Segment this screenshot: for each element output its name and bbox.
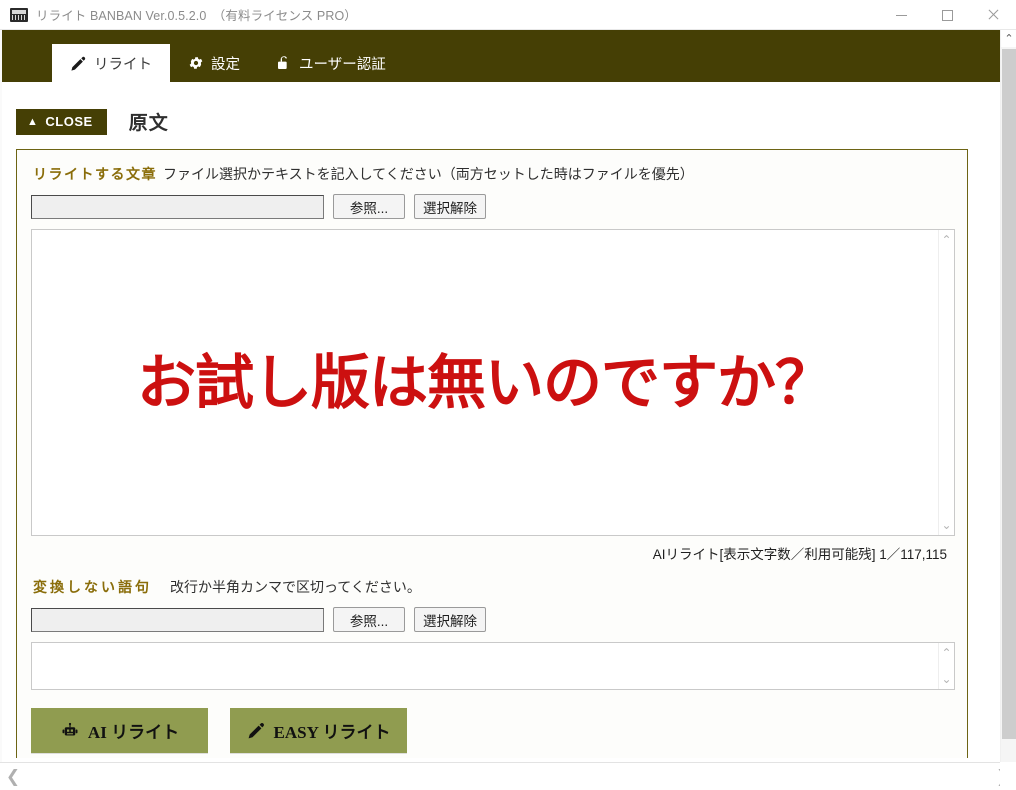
scroll-up-icon[interactable]: ⌃ xyxy=(941,647,951,659)
pen-icon xyxy=(247,721,266,740)
exclude-file-input[interactable] xyxy=(31,607,324,632)
exclude-textarea-scrollbar[interactable]: ⌃ ⌄ xyxy=(938,643,954,689)
source-file-input[interactable] xyxy=(31,194,324,219)
scroll-left-icon[interactable]: ❮ xyxy=(0,767,26,787)
source-panel: リライトする文章 ファイル選択かテキストを記入してください（両方セットした時はファ… xyxy=(16,149,968,768)
source-text-value: お試し版は無いのですか？ xyxy=(136,348,834,417)
easy-rewrite-button[interactable]: EASY リライト xyxy=(230,708,407,753)
tab-settings[interactable]: 設定 xyxy=(170,44,258,82)
minimize-icon xyxy=(895,14,907,16)
window-controls xyxy=(878,0,1016,30)
scrollbar-corner xyxy=(1000,762,1016,790)
maximize-button[interactable] xyxy=(924,0,970,30)
source-clear-button[interactable]: 選択解除 xyxy=(414,194,486,219)
exclude-textarea[interactable]: ⌃ ⌄ xyxy=(31,642,955,690)
robot-icon xyxy=(60,722,80,740)
tab-user-auth[interactable]: ユーザー認証 xyxy=(258,44,404,82)
tab-label-rewrite: リライト xyxy=(94,56,152,73)
source-textarea-scrollbar[interactable]: ⌃ ⌄ xyxy=(938,230,954,535)
character-counter: AIリライト[表示文字数／利用可能残] 1／117,115 xyxy=(652,547,947,562)
source-label-row: リライトする文章 ファイル選択かテキストを記入してください（両方セットした時はファ… xyxy=(33,164,953,184)
page-title: 原文 xyxy=(128,113,169,134)
ai-rewrite-label: AI リライト xyxy=(87,723,180,742)
window-horizontal-scrollbar[interactable]: ❮ ❯ xyxy=(0,762,1016,790)
window-left-edge xyxy=(0,30,2,762)
tab-label-user-auth: ユーザー認証 xyxy=(299,56,386,73)
close-section-button[interactable]: ▲ CLOSE xyxy=(16,108,107,135)
close-window-button[interactable] xyxy=(970,0,1016,30)
exclude-hint: 改行か半角カンマで区切ってください。 xyxy=(170,579,421,595)
window-vertical-scrollbar[interactable]: ⌃ xyxy=(1000,30,1016,764)
vertical-scroll-thumb[interactable] xyxy=(1002,49,1016,739)
lock-icon xyxy=(276,55,292,71)
scroll-up-icon[interactable]: ⌃ xyxy=(941,234,951,246)
section-header: ▲ CLOSE 原文 xyxy=(16,108,1000,135)
tab-rewrite[interactable]: リライト xyxy=(52,44,170,82)
source-gold-label: リライトする文章 xyxy=(33,166,157,182)
scroll-down-icon[interactable]: ⌄ xyxy=(941,673,951,685)
exclude-gold-label: 変換しない語句 xyxy=(33,579,152,595)
source-browse-button[interactable]: 参照... xyxy=(333,194,405,219)
ai-rewrite-button[interactable]: AI リライト xyxy=(31,708,208,753)
exclude-textarea-content xyxy=(32,643,938,689)
source-file-row: 参照... 選択解除 xyxy=(31,194,953,219)
gear-icon xyxy=(188,55,204,71)
exclude-browse-button[interactable]: 参照... xyxy=(333,607,405,632)
app-icon xyxy=(10,7,28,22)
exclude-clear-button[interactable]: 選択解除 xyxy=(414,607,486,632)
close-icon xyxy=(987,9,999,21)
pen-icon xyxy=(70,55,87,72)
source-textarea[interactable]: お試し版は無いのですか？ ⌃ ⌄ xyxy=(31,229,955,536)
window-title: リライト BANBAN Ver.0.5.2.0 （有料ライセンス PRO） xyxy=(36,9,357,23)
exclude-file-row: 参照... 選択解除 xyxy=(31,607,953,632)
source-textarea-content: お試し版は無いのですか？ xyxy=(32,230,938,535)
scroll-up-icon[interactable]: ⌃ xyxy=(1001,30,1016,47)
title-bar: リライト BANBAN Ver.0.5.2.0 （有料ライセンス PRO） xyxy=(0,0,1016,30)
close-section-label: CLOSE xyxy=(45,113,93,129)
application-window: リライト BANBAN Ver.0.5.2.0 （有料ライセンス PRO） リラ… xyxy=(0,0,1016,790)
source-hint: ファイル選択かテキストを記入してください（両方セットした時はファイルを優先） xyxy=(163,166,694,182)
minimize-button[interactable] xyxy=(878,0,924,30)
exclude-label-row: 変換しない語句 改行か半角カンマで区切ってください。 xyxy=(33,577,953,597)
horizontal-scroll-track[interactable] xyxy=(26,762,990,790)
tab-label-settings: 設定 xyxy=(211,56,240,73)
action-buttons: AI リライト EASY リライト xyxy=(31,708,953,753)
maximize-icon xyxy=(941,9,953,21)
chevron-up-icon: ▲ xyxy=(27,116,39,128)
tab-bar: リライト 設定 ユーザー認証 xyxy=(0,30,404,82)
main-content: ▲ CLOSE 原文 リライトする文章 ファイル選択かテキストを記入してください（… xyxy=(0,82,1000,768)
scroll-down-icon[interactable]: ⌄ xyxy=(941,519,951,531)
easy-rewrite-label: EASY リライト xyxy=(273,723,391,742)
